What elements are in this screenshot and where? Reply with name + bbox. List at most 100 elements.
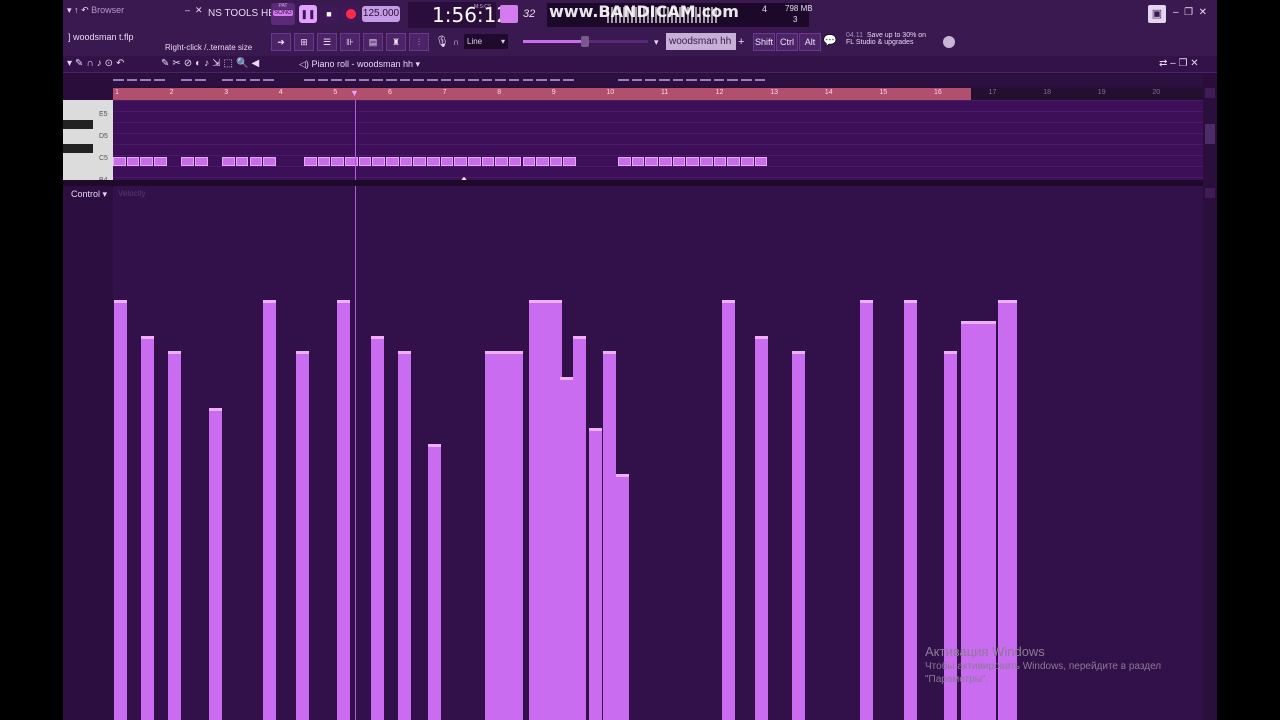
velocity-bar[interactable] — [427, 444, 441, 720]
velocity-bar[interactable] — [262, 300, 276, 720]
save-icon[interactable]: ▣ — [1148, 5, 1166, 23]
pause-button[interactable]: ❚❚ — [299, 5, 317, 23]
note[interactable] — [563, 157, 577, 166]
pattern-minimap[interactable] — [113, 74, 1203, 86]
dropdown-arrow-icon[interactable]: ▾ — [67, 5, 72, 15]
note[interactable] — [413, 157, 426, 166]
draw-mode-select[interactable]: Line ▾ — [464, 34, 508, 49]
up-icon[interactable]: ↑ — [74, 5, 79, 15]
note-grid[interactable] — [113, 100, 1203, 180]
note[interactable] — [686, 157, 699, 166]
vertical-scrollbar[interactable] — [1203, 88, 1217, 720]
note[interactable] — [194, 157, 208, 166]
velocity-bar[interactable] — [509, 351, 523, 720]
note[interactable] — [426, 157, 440, 166]
stop-button[interactable]: ■ — [320, 5, 338, 23]
browser-window-controls[interactable]: – ✕ — [185, 5, 203, 16]
note[interactable] — [263, 157, 276, 166]
scroll-thumb[interactable] — [1205, 124, 1215, 144]
note[interactable] — [631, 157, 645, 166]
velocity-bar[interactable] — [370, 336, 384, 720]
note[interactable] — [522, 157, 536, 166]
note[interactable] — [181, 157, 194, 166]
channel-rack-icon[interactable]: ☰ — [317, 33, 337, 51]
velocity-bar[interactable] — [397, 351, 411, 720]
note[interactable] — [372, 157, 385, 166]
volume-handle[interactable] — [581, 36, 589, 47]
velocity-bar[interactable] — [721, 300, 735, 720]
note[interactable] — [740, 157, 754, 166]
timeline-ruler[interactable]: 1 2 3 4 5 6 7 8 9 10 11 12 13 14 15 16 17 18 19 20 — [113, 88, 1203, 100]
note[interactable] — [549, 157, 563, 166]
velocity-editor[interactable]: Velocity — [113, 186, 1203, 720]
note[interactable] — [754, 157, 768, 166]
piano-roll-title[interactable]: ◁) Piano roll - woodsman hh ▾ — [299, 59, 420, 70]
note[interactable] — [536, 157, 549, 166]
note[interactable] — [126, 157, 140, 166]
note[interactable] — [727, 157, 740, 166]
pattern-selector[interactable]: woodsman hh — [666, 33, 736, 50]
note[interactable] — [153, 157, 167, 166]
time-display[interactable]: 1:56:12 M:S:CS — [408, 2, 509, 28]
note[interactable] — [699, 157, 713, 166]
velocity-bar[interactable] — [296, 351, 310, 720]
piano-roll-icon[interactable]: ⊪ — [340, 33, 360, 51]
pattern-dropdown-icon[interactable]: ▾ — [654, 35, 659, 49]
note[interactable] — [659, 157, 672, 166]
news-panel[interactable]: 04.11 Save up to 30% on FL Studio & upgr… — [846, 32, 926, 46]
note[interactable] — [140, 157, 153, 166]
velocity-bar[interactable] — [114, 300, 127, 720]
arrow-right-icon[interactable]: ➜ — [271, 33, 291, 51]
piano-roll-window-controls[interactable]: ⇄ – ❐ ✕ — [1159, 58, 1199, 69]
velocity-bar[interactable] — [755, 336, 769, 720]
note[interactable] — [645, 157, 658, 166]
tempo-display[interactable]: 125.000 — [362, 6, 400, 22]
velocity-bar[interactable] — [603, 351, 617, 720]
update-icon[interactable] — [943, 36, 955, 48]
note[interactable] — [454, 157, 467, 166]
snap-value[interactable]: 32 — [523, 8, 535, 20]
mixer-icon[interactable]: ▤ — [363, 33, 383, 51]
velocity-bar[interactable] — [336, 300, 350, 720]
playlist-icon[interactable]: ⊞ — [294, 33, 314, 51]
undo-icon[interactable]: ↶ — [81, 5, 89, 15]
black-key[interactable] — [63, 120, 93, 129]
velocity-bar[interactable] — [573, 336, 586, 720]
velocity-bar[interactable] — [168, 351, 181, 720]
note[interactable] — [249, 157, 263, 166]
main-volume-slider[interactable] — [523, 36, 648, 47]
note[interactable] — [235, 157, 249, 166]
control-selector[interactable]: Control ▾ — [71, 189, 107, 200]
magnet-icon[interactable]: ∩ — [453, 35, 459, 49]
note[interactable] — [508, 157, 522, 166]
velocity-bar[interactable] — [588, 428, 602, 720]
tuning-icon[interactable]: ⫶ — [409, 33, 429, 51]
note[interactable] — [317, 157, 331, 166]
edit-tools[interactable]: ✎✂⊘◐♪⇲⬚🔍◀ — [161, 58, 262, 69]
piano-keyboard[interactable]: E5D5C5B4 — [63, 100, 113, 180]
playhead-marker-icon[interactable]: ▼ — [350, 88, 359, 98]
velocity-bar[interactable] — [615, 474, 629, 720]
note[interactable] — [467, 157, 481, 166]
note[interactable] — [713, 157, 727, 166]
velocity-bar[interactable] — [903, 300, 917, 720]
window-controls[interactable]: – ❐ ✕ — [1173, 7, 1207, 18]
news-icon[interactable]: 💬 — [823, 34, 837, 48]
record-button[interactable] — [342, 5, 360, 23]
velocity-bar[interactable] — [559, 377, 573, 720]
note[interactable] — [386, 157, 399, 166]
add-pattern-icon[interactable]: + — [738, 35, 744, 49]
piano-roll-tools[interactable]: ▾✎∩♪⊙↶ — [67, 58, 127, 69]
scroll-button-lower[interactable] — [1205, 188, 1215, 198]
note[interactable] — [113, 157, 126, 166]
microphone-icon[interactable]: 🎙 — [435, 35, 449, 49]
velocity-bar[interactable] — [792, 351, 806, 720]
note[interactable] — [618, 157, 631, 166]
note[interactable] — [222, 157, 235, 166]
alt-button[interactable]: Alt — [799, 33, 821, 51]
velocity-bar[interactable] — [208, 408, 222, 720]
note[interactable] — [304, 157, 317, 166]
note[interactable] — [495, 157, 508, 166]
pat-song-switch[interactable]: PAT SONG — [271, 3, 295, 25]
note[interactable] — [440, 157, 454, 166]
